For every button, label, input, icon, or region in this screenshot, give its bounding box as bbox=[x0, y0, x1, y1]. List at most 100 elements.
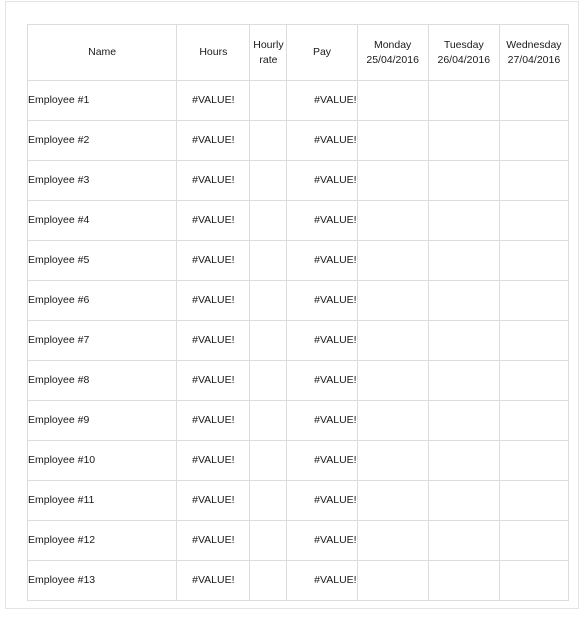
column-header-wednesday-weekday: Wednesday bbox=[506, 39, 562, 52]
hourly-rate-value bbox=[249, 80, 288, 121]
column-header-wednesday: Wednesday 27/04/2016 bbox=[498, 24, 570, 81]
employee-name: Employee #3 bbox=[26, 160, 178, 201]
tuesday-value bbox=[427, 240, 500, 281]
column-header-name: Name bbox=[26, 24, 178, 81]
pay-value: #VALUE! bbox=[286, 400, 358, 441]
wednesday-value bbox=[498, 240, 570, 281]
monday-value bbox=[356, 400, 429, 441]
column-header-hourly-rate-line1: Hourly bbox=[253, 39, 284, 52]
employee-name: Employee #9 bbox=[26, 400, 178, 441]
pay-value: #VALUE! bbox=[286, 120, 358, 161]
column-header-hourly-rate-line2: rate bbox=[259, 53, 278, 66]
hours-value: #VALUE! bbox=[176, 320, 251, 361]
monday-value bbox=[356, 480, 429, 521]
employee-name: Employee #12 bbox=[26, 520, 178, 561]
employee-name: Employee #8 bbox=[26, 360, 178, 401]
tuesday-value bbox=[427, 360, 500, 401]
hourly-rate-value bbox=[249, 360, 288, 401]
table-row: Employee #5 #VALUE! #VALUE! bbox=[26, 240, 570, 281]
column-header-tuesday-weekday: Tuesday bbox=[443, 39, 484, 52]
hours-value: #VALUE! bbox=[176, 160, 251, 201]
pay-value: #VALUE! bbox=[286, 320, 358, 361]
table-row: Employee #10 #VALUE! #VALUE! bbox=[26, 440, 570, 481]
tuesday-value bbox=[427, 200, 500, 241]
monday-value bbox=[356, 200, 429, 241]
hourly-rate-value bbox=[249, 480, 288, 521]
pay-value: #VALUE! bbox=[286, 560, 358, 601]
hours-value: #VALUE! bbox=[176, 520, 251, 561]
pay-value: #VALUE! bbox=[286, 440, 358, 481]
hourly-rate-value bbox=[249, 280, 288, 321]
pay-value: #VALUE! bbox=[286, 280, 358, 321]
column-header-tuesday: Tuesday 26/04/2016 bbox=[427, 24, 500, 81]
tuesday-value bbox=[427, 80, 500, 121]
column-header-name-line1: Name bbox=[88, 46, 117, 59]
table-row: Employee #3 #VALUE! #VALUE! bbox=[26, 160, 570, 201]
employee-timesheet-table: Name Hours Hourly rate Pay Monday 25/04/… bbox=[26, 24, 570, 601]
monday-value bbox=[356, 80, 429, 121]
table-row: Employee #4 #VALUE! #VALUE! bbox=[26, 200, 570, 241]
pay-value: #VALUE! bbox=[286, 160, 358, 201]
column-header-pay-line1: Pay bbox=[312, 46, 332, 59]
column-header-wednesday-date: 27/04/2016 bbox=[507, 53, 561, 66]
table-row: Employee #8 #VALUE! #VALUE! bbox=[26, 360, 570, 401]
table-row: Employee #6 #VALUE! #VALUE! bbox=[26, 280, 570, 321]
monday-value bbox=[356, 520, 429, 561]
wednesday-value bbox=[498, 280, 570, 321]
hours-value: #VALUE! bbox=[176, 280, 251, 321]
employee-name: Employee #1 bbox=[26, 80, 178, 121]
column-header-pay: Pay bbox=[286, 24, 358, 81]
employee-name: Employee #4 bbox=[26, 200, 178, 241]
hourly-rate-value bbox=[249, 440, 288, 481]
pay-value: #VALUE! bbox=[286, 80, 358, 121]
wednesday-value bbox=[498, 400, 570, 441]
monday-value bbox=[356, 160, 429, 201]
employee-name: Employee #2 bbox=[26, 120, 178, 161]
monday-value bbox=[356, 120, 429, 161]
column-header-monday-weekday: Monday bbox=[373, 39, 412, 52]
table-row: Employee #7 #VALUE! #VALUE! bbox=[26, 320, 570, 361]
hours-value: #VALUE! bbox=[176, 440, 251, 481]
tuesday-value bbox=[427, 120, 500, 161]
employee-name: Employee #10 bbox=[26, 440, 178, 481]
hours-value: #VALUE! bbox=[176, 240, 251, 281]
column-header-tuesday-date: 26/04/2016 bbox=[437, 53, 491, 66]
hours-value: #VALUE! bbox=[176, 120, 251, 161]
hourly-rate-value bbox=[249, 320, 288, 361]
tuesday-value bbox=[427, 280, 500, 321]
table-row: Employee #12 #VALUE! #VALUE! bbox=[26, 520, 570, 561]
hourly-rate-value bbox=[249, 240, 288, 281]
document-page-frame: Name Hours Hourly rate Pay Monday 25/04/… bbox=[5, 1, 579, 609]
pay-value: #VALUE! bbox=[286, 480, 358, 521]
wednesday-value bbox=[498, 160, 570, 201]
monday-value bbox=[356, 280, 429, 321]
employee-name: Employee #11 bbox=[26, 480, 178, 521]
tuesday-value bbox=[427, 320, 500, 361]
pay-value: #VALUE! bbox=[286, 360, 358, 401]
table-header-row: Name Hours Hourly rate Pay Monday 25/04/… bbox=[26, 24, 570, 81]
column-header-hours-line1: Hours bbox=[199, 46, 228, 59]
monday-value bbox=[356, 560, 429, 601]
employee-name: Employee #5 bbox=[26, 240, 178, 281]
wednesday-value bbox=[498, 200, 570, 241]
hourly-rate-value bbox=[249, 200, 288, 241]
table-row: Employee #11 #VALUE! #VALUE! bbox=[26, 480, 570, 521]
column-header-monday-date: 25/04/2016 bbox=[366, 53, 419, 66]
column-header-hours: Hours bbox=[176, 24, 251, 81]
table-row: Employee #1 #VALUE! #VALUE! bbox=[26, 80, 570, 121]
hours-value: #VALUE! bbox=[176, 200, 251, 241]
monday-value bbox=[356, 360, 429, 401]
hours-value: #VALUE! bbox=[176, 400, 251, 441]
wednesday-value bbox=[498, 520, 570, 561]
wednesday-value bbox=[498, 120, 570, 161]
table-row: Employee #13 #VALUE! #VALUE! bbox=[26, 560, 570, 601]
column-header-hourly-rate: Hourly rate bbox=[249, 24, 288, 81]
hours-value: #VALUE! bbox=[176, 560, 251, 601]
hourly-rate-value bbox=[249, 560, 288, 601]
monday-value bbox=[356, 240, 429, 281]
wednesday-value bbox=[498, 320, 570, 361]
pay-value: #VALUE! bbox=[286, 240, 358, 281]
table-header: Name Hours Hourly rate Pay Monday 25/04/… bbox=[26, 24, 570, 81]
tuesday-value bbox=[427, 560, 500, 601]
tuesday-value bbox=[427, 400, 500, 441]
